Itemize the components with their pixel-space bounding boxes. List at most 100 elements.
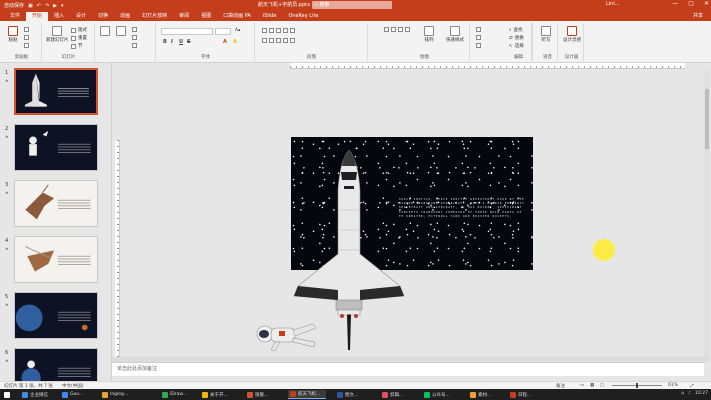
volume-icon[interactable]: ♪ [688, 391, 691, 396]
present-icon[interactable]: ▶ [53, 3, 57, 9]
justify-icon [283, 38, 288, 43]
tab-8[interactable]: 视图 [195, 12, 217, 21]
taskbar-app[interactable]: 关于开... [200, 390, 238, 399]
layout-icon [71, 27, 76, 33]
undo-icon[interactable]: ↶ [37, 3, 41, 9]
brush-icon [24, 43, 29, 48]
shapes-gallery[interactable] [384, 27, 410, 32]
small-option-3[interactable] [132, 43, 137, 48]
start-button[interactable] [2, 390, 16, 399]
taskbar-app[interactable]: 剪辑... [380, 390, 418, 399]
slide-number: 2 [5, 126, 9, 132]
bullets-button[interactable] [262, 28, 295, 33]
slide-thumbnail[interactable] [14, 180, 98, 227]
bold-button[interactable]: B [163, 39, 167, 45]
normal-view-icon[interactable]: ▭ [580, 383, 584, 388]
taskbar-app[interactable]: 公众号... [422, 390, 460, 399]
slide-thumbnail[interactable] [14, 68, 98, 115]
taskbar-app[interactable]: 日程... [508, 390, 546, 399]
taskbar-app[interactable]: 旗舰... [245, 390, 283, 399]
strikethrough-button[interactable]: S [187, 39, 191, 45]
design-ideas-button[interactable]: 设计灵感 [563, 26, 581, 43]
shape-fill-button[interactable] [476, 27, 481, 32]
section-button[interactable]: 节 [71, 43, 83, 49]
font-size-select[interactable] [215, 28, 231, 35]
highlight-icon[interactable]: A [233, 39, 237, 45]
taskbar-app[interactable]: 素材... [468, 390, 506, 399]
taskbar-app[interactable]: iDraw... [160, 390, 198, 399]
reset-button[interactable]: 重置 [71, 35, 87, 41]
tab-4[interactable]: 切换 [92, 12, 114, 21]
slide-thumbnail[interactable] [14, 236, 98, 283]
copy-button[interactable] [24, 35, 29, 40]
autosave-label[interactable]: 自动保存 [4, 2, 24, 9]
layout-button[interactable]: 版式 [71, 27, 87, 33]
option-icon [132, 43, 137, 48]
redo-icon[interactable]: ↷ [45, 3, 49, 9]
grow-font-button[interactable]: A▴ [235, 28, 240, 33]
search-box[interactable]: ⌕ 搜索 [312, 1, 392, 9]
taskbar-app[interactable]: 图文... [335, 390, 373, 399]
taskbar-app[interactable]: 航天飞机... [288, 390, 326, 399]
replace-button[interactable]: ⇄ 替换 [509, 35, 524, 42]
reuse-slide-button[interactable] [116, 26, 126, 37]
format-painter-button[interactable] [24, 43, 29, 48]
taskbar-app[interactable]: 企业微信 [20, 390, 58, 399]
save-icon[interactable]: ▣ [28, 3, 33, 9]
dictate-button[interactable]: 听写 [541, 26, 551, 43]
notes-pane[interactable]: 单击此处添加备注 [112, 362, 704, 376]
cut-button[interactable] [24, 27, 29, 32]
font-color-icon[interactable]: A [223, 39, 227, 45]
tab-2[interactable]: 插入 [48, 12, 70, 21]
slide-option-button[interactable] [100, 26, 110, 37]
taskbar-app[interactable]: Goo... [60, 390, 98, 399]
tab-11[interactable]: OneKey Lite [282, 12, 324, 21]
arrange-button[interactable]: 排列 [424, 26, 434, 43]
shape-effects-button[interactable] [476, 43, 481, 48]
astronaut-image[interactable] [253, 320, 319, 352]
user-name[interactable]: Lini... [606, 1, 620, 7]
quick-styles-button[interactable]: 快速样式 [446, 26, 464, 43]
slide-body-text[interactable]: SPACE SHUTTLE, SPACE SHUTTLE REPEATEDLY … [399, 198, 527, 219]
tab-0[interactable]: 文件 [4, 12, 26, 21]
reuse-slide-icon [116, 26, 126, 36]
italic-button[interactable]: I [171, 39, 173, 45]
arrange-icon [424, 26, 434, 36]
reading-view-icon[interactable]: ▢ [600, 383, 604, 388]
underline-button[interactable]: U [179, 39, 183, 45]
zoom-slider-thumb[interactable] [636, 383, 638, 388]
tab-5[interactable]: 动画 [114, 12, 136, 21]
small-option-1[interactable] [132, 27, 137, 32]
select-button[interactable]: ↖ 选择 [509, 43, 524, 50]
tab-6[interactable]: 幻灯片放映 [136, 12, 173, 21]
slide-thumbnail[interactable] [14, 124, 98, 171]
sorter-view-icon[interactable]: ▦ [590, 383, 594, 388]
group-slides: 新建幻灯片 版式 重置 节 幻灯片 [43, 23, 95, 61]
network-icon[interactable]: ⌂ [681, 391, 684, 396]
line-icon [405, 27, 410, 32]
zoom-level[interactable]: 61% [668, 383, 678, 388]
close-icon[interactable]: ✕ [704, 0, 709, 7]
scrollbar-thumb[interactable] [705, 89, 709, 149]
share-button[interactable]: 共享 [693, 12, 703, 19]
slide-thumbnail[interactable] [14, 292, 98, 339]
more-icon[interactable]: ▾ [61, 3, 64, 9]
maximize-icon[interactable]: ▢ [688, 0, 694, 7]
small-option-2[interactable] [132, 35, 137, 40]
minimize-icon[interactable]: — [672, 0, 678, 7]
paste-button[interactable]: 粘贴 [8, 26, 18, 43]
taskbar-app[interactable]: Ingleg... [100, 390, 138, 399]
vertical-scrollbar[interactable] [704, 69, 710, 357]
tab-9[interactable]: 口袋动画 PA [217, 12, 257, 21]
tab-10[interactable]: iSlide [257, 12, 283, 21]
tab-1[interactable]: 开始 [26, 12, 49, 21]
shape-outline-button[interactable] [476, 35, 481, 40]
new-slide-button[interactable]: 新建幻灯片 [46, 26, 69, 43]
find-button[interactable]: ⌕ 查找 [509, 27, 523, 33]
font-name-select[interactable] [161, 28, 213, 35]
tab-7[interactable]: 审阅 [173, 12, 195, 21]
slide-thumbnail-panel[interactable]: 1 ★ 2 ★ 3 ★ 4 ★ 5 ★ 6 ★ [0, 63, 112, 395]
tab-3[interactable]: 设计 [70, 12, 92, 21]
clock[interactable]: 10:27 [695, 391, 708, 396]
align-buttons[interactable] [262, 38, 295, 43]
